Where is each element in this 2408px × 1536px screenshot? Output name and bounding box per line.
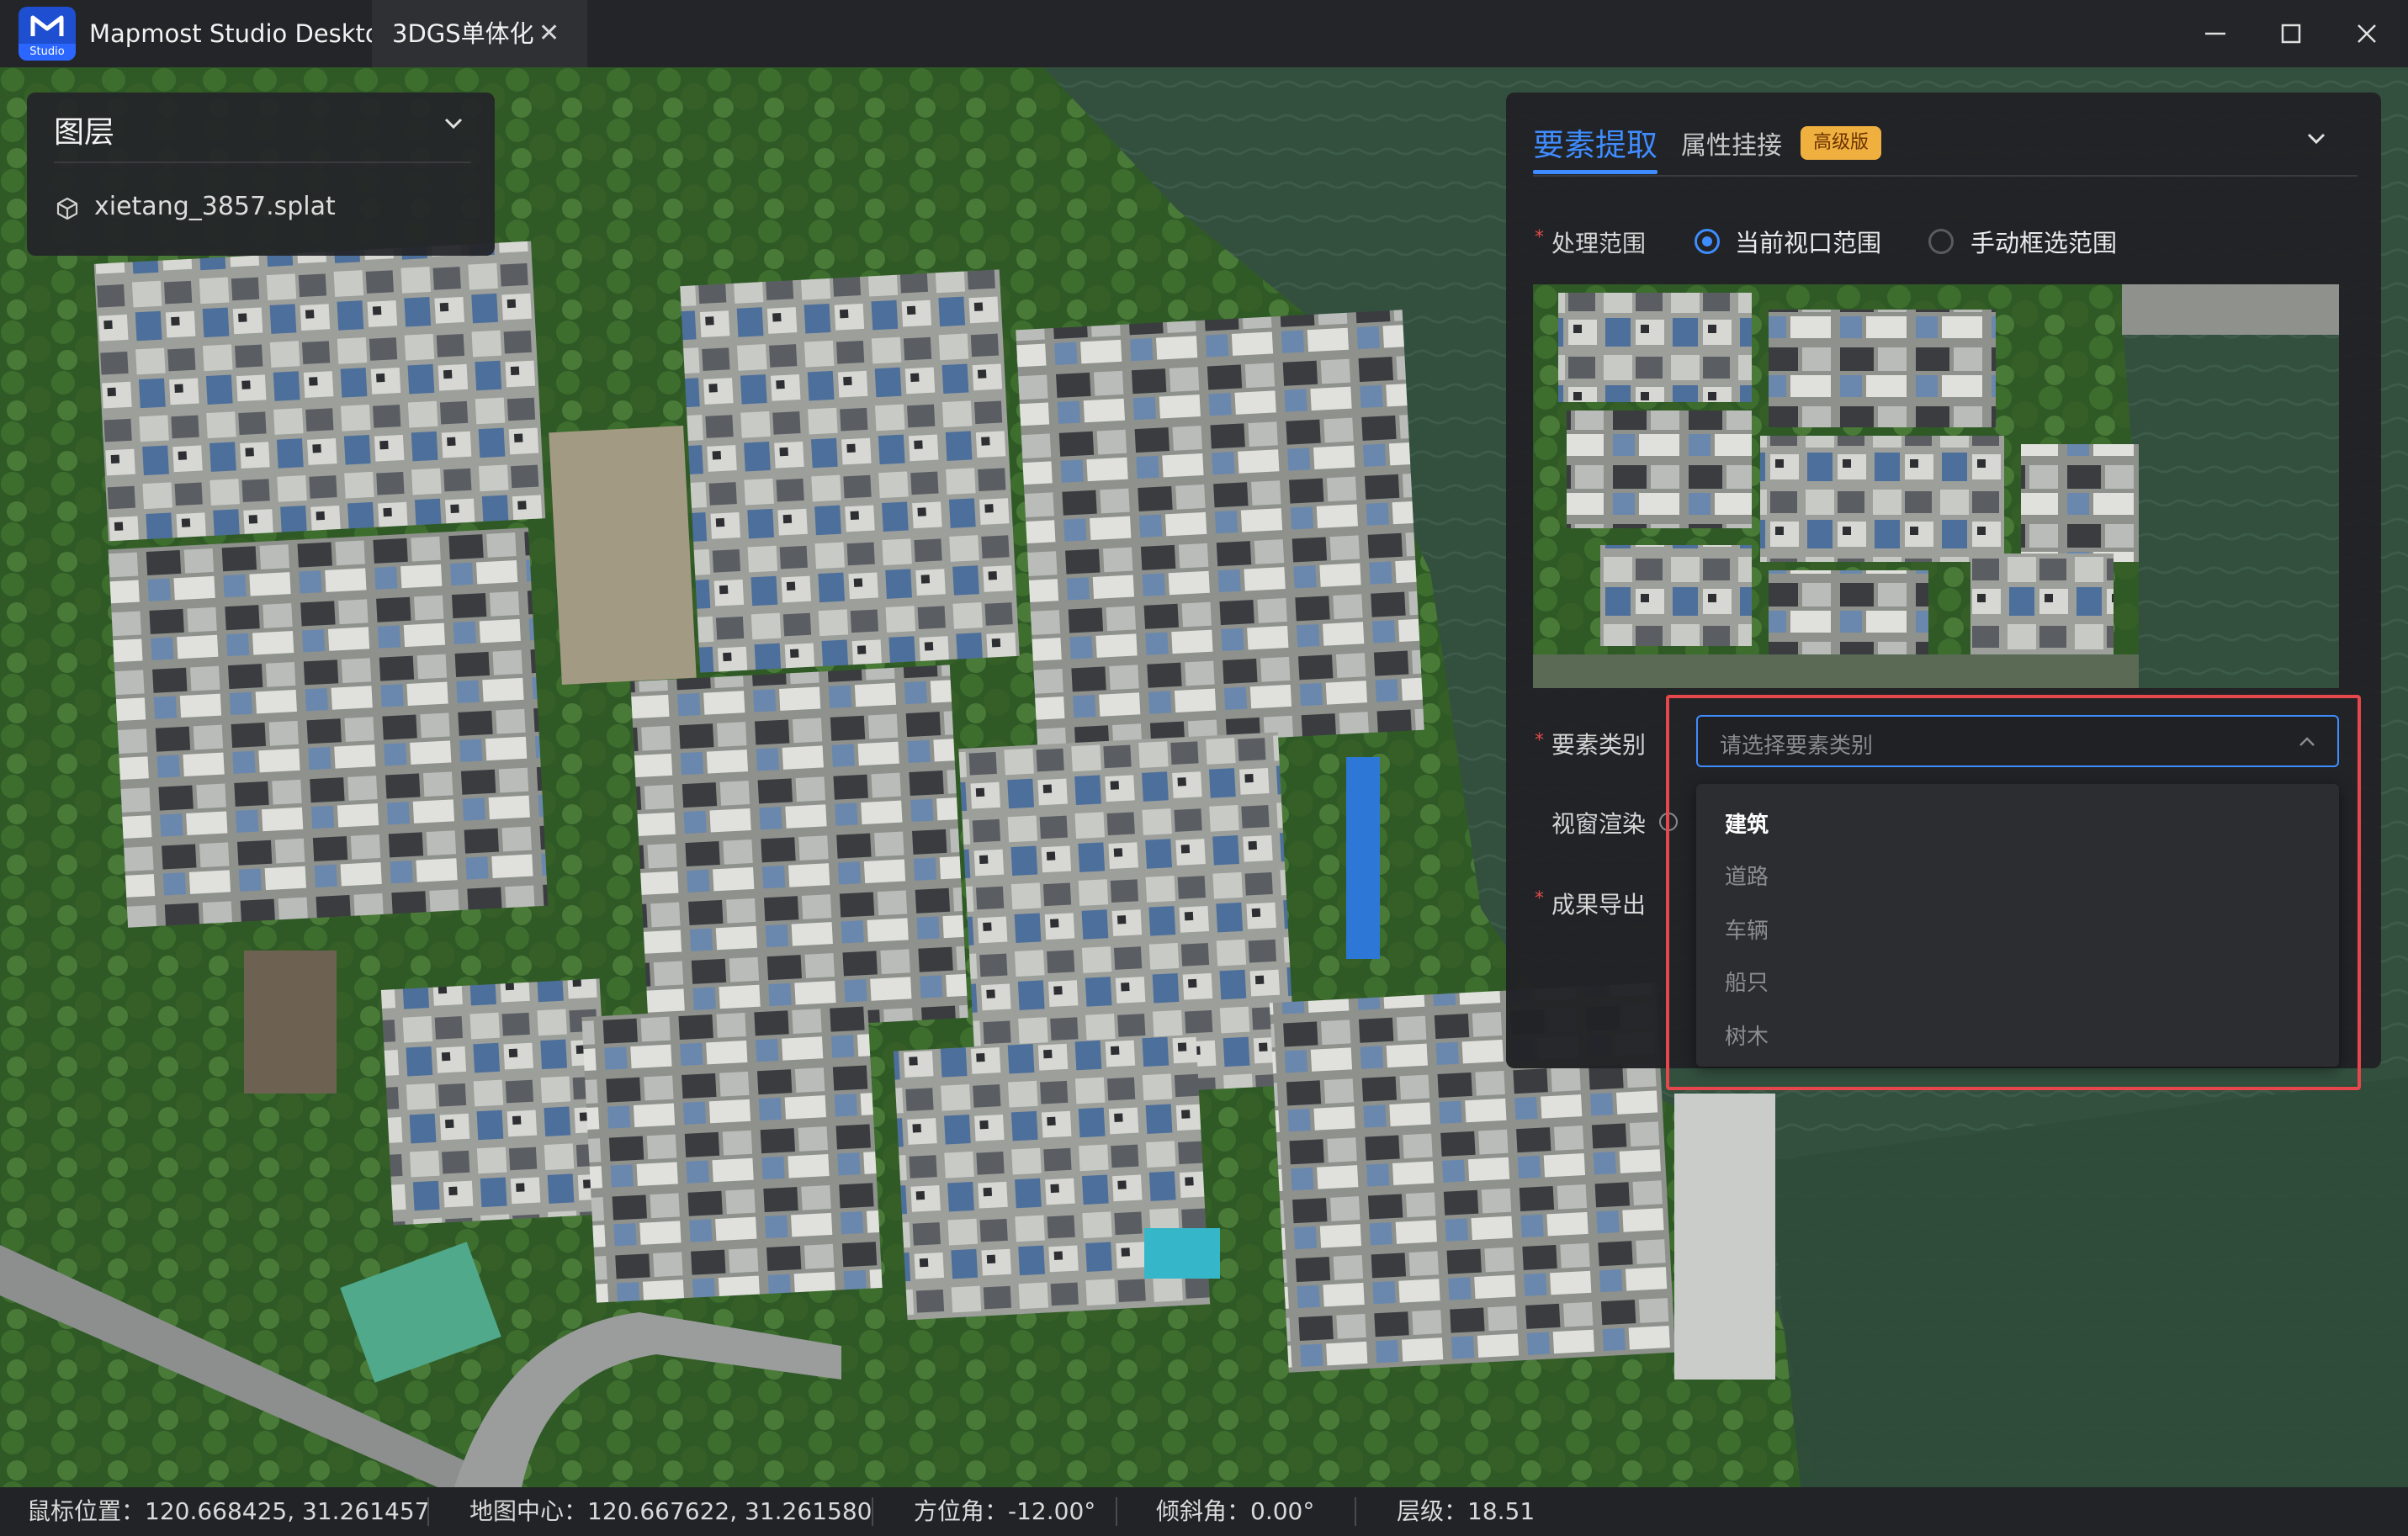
divider xyxy=(1116,1497,1117,1526)
zoom-level: 层级：18.51 xyxy=(1397,1497,1535,1525)
maximize-icon xyxy=(2281,24,2301,44)
viewport-preview xyxy=(1533,284,2339,688)
app-title: Mapmost Studio Desktop xyxy=(89,19,396,48)
mouse-position: 鼠标位置：120.668425, 31.261457 xyxy=(27,1497,430,1525)
radio-current-viewport-label[interactable]: 当前视口范围 xyxy=(1735,224,1881,259)
maximize-button[interactable] xyxy=(2253,0,2329,67)
dropdown-option-building[interactable]: 建筑 xyxy=(1725,808,1769,839)
close-tab-icon[interactable]: ✕ xyxy=(538,0,560,67)
category-label: 要素类别 xyxy=(1551,731,1647,759)
chevron-down-icon[interactable] xyxy=(2307,133,2326,145)
tab-feature-extraction[interactable]: 要素提取 xyxy=(1533,119,1657,165)
dropdown-option-vehicle[interactable]: 车辆 xyxy=(1725,914,1769,945)
layer-name[interactable]: xietang_3857.splat xyxy=(94,192,336,221)
radio-manual-select[interactable] xyxy=(1928,229,1954,254)
active-tab-indicator xyxy=(1533,170,1657,174)
close-icon xyxy=(2358,24,2376,43)
required-mark: * xyxy=(1535,227,1544,248)
required-mark: * xyxy=(1535,888,1544,909)
range-label: 处理范围 xyxy=(1551,230,1647,257)
info-icon[interactable] xyxy=(1659,813,1678,831)
divider xyxy=(54,162,471,163)
dropdown-option-road[interactable]: 道路 xyxy=(1725,860,1769,891)
required-mark: * xyxy=(1535,730,1544,751)
chevron-down-icon[interactable] xyxy=(444,118,463,130)
map-center: 地图中心：120.667622, 31.261580 xyxy=(469,1497,873,1525)
preview-imagery xyxy=(1533,284,2339,688)
layers-panel-title: 图层 xyxy=(54,115,115,150)
radio-current-viewport[interactable] xyxy=(1695,229,1720,254)
tab-label: 3DGS单体化 xyxy=(392,19,534,48)
category-select-placeholder: 请选择要素类别 xyxy=(1720,734,1874,759)
premium-badge: 高级版 xyxy=(1801,126,1881,160)
radio-manual-select-label[interactable]: 手动框选范围 xyxy=(1970,224,2117,259)
pitch: 倾斜角：0.00° xyxy=(1156,1497,1315,1525)
bearing: 方位角：-12.00° xyxy=(914,1497,1096,1525)
category-select[interactable]: 请选择要素类别 xyxy=(1696,715,2339,767)
app-logo: Studio xyxy=(19,7,76,61)
title-bar: Studio Mapmost Studio Desktop 3DGS单体化 ✕ xyxy=(0,0,2408,68)
mapmost-logo-icon xyxy=(30,15,64,36)
divider xyxy=(872,1497,873,1526)
minimize-button[interactable] xyxy=(2177,0,2253,67)
category-dropdown: 建筑 道路 车辆 船只 树木 xyxy=(1696,784,2339,1067)
export-label: 成果导出 xyxy=(1551,891,1647,919)
status-bar: 鼠标位置：120.668425, 31.261457 地图中心：120.6676… xyxy=(0,1487,2408,1536)
tab-3dgs[interactable]: 3DGS单体化 ✕ xyxy=(372,0,587,67)
chevron-up-icon xyxy=(2299,737,2315,746)
render-label: 视窗渲染 xyxy=(1551,810,1647,838)
logo-tag: Studio xyxy=(19,44,76,61)
feature-extraction-panel: 要素提取 属性挂接 高级版 * 处理范围 当前视口范围 手动框选范围 * 要素类… xyxy=(1506,93,2381,1068)
layers-panel: 图层 xietang_3857.splat xyxy=(27,93,495,256)
divider xyxy=(1355,1497,1356,1526)
tab-attribute-attach[interactable]: 属性挂接 xyxy=(1681,124,1782,162)
dropdown-option-ship[interactable]: 船只 xyxy=(1725,966,1769,997)
minimize-icon xyxy=(2205,32,2225,35)
divider xyxy=(427,1497,429,1526)
dropdown-option-tree[interactable]: 树木 xyxy=(1725,1020,1769,1051)
close-window-button[interactable] xyxy=(2329,0,2405,67)
cube-icon xyxy=(56,197,78,220)
divider xyxy=(1533,175,2358,177)
